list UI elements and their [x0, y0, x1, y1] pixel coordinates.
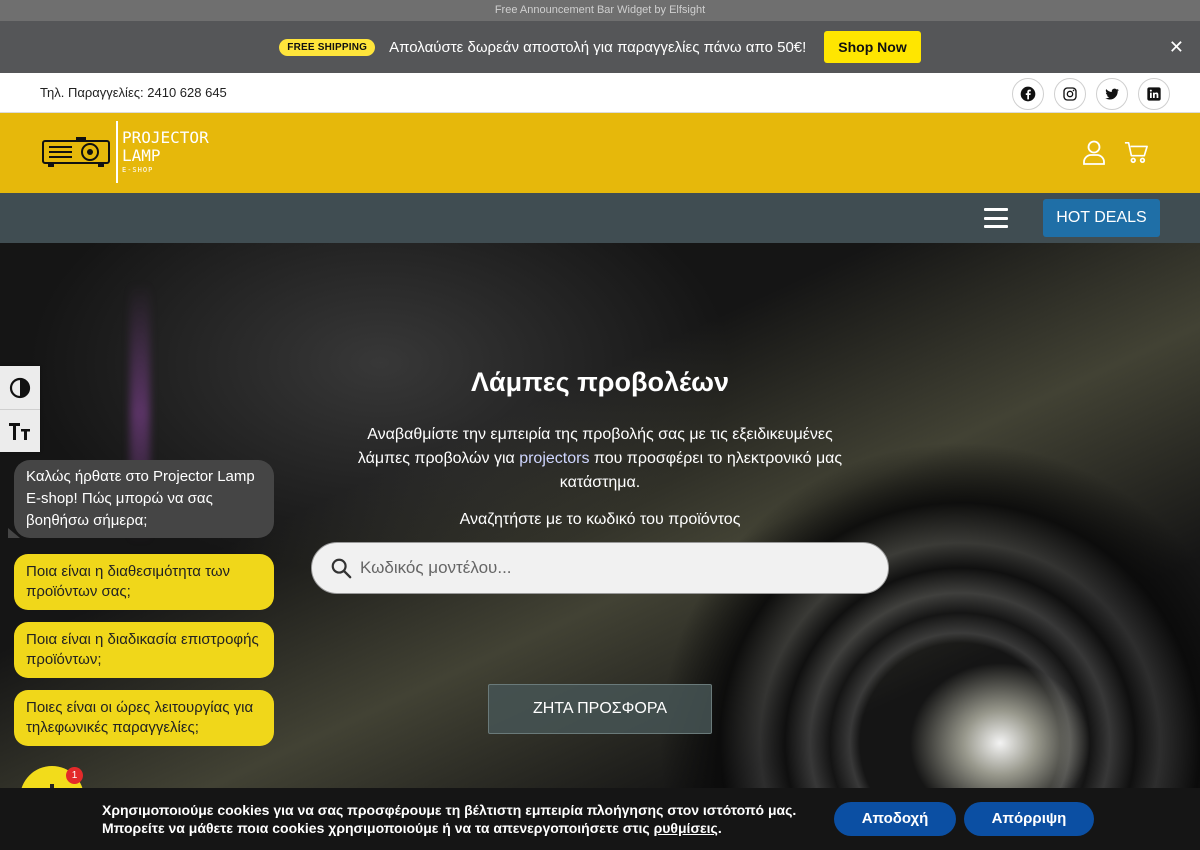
logo-line3: E-SHOP: [122, 166, 154, 175]
chat-option[interactable]: Ποια είναι η διαθεσιμότητα των προϊόντων…: [14, 554, 274, 610]
announcement-text: Απολαύστε δωρεάν αποστολή για παραγγελίε…: [389, 38, 807, 56]
contrast-toggle-icon[interactable]: [0, 366, 40, 409]
announcement-bar: FREE SHIPPING Απολαύστε δωρεάν αποστολή …: [0, 21, 1200, 73]
social-links: [1012, 78, 1170, 110]
cookie-message: Χρησιμοποιούμε cookies για να σας προσφέ…: [102, 801, 822, 837]
contact-bar: Τηλ. Παραγγελίες: 2410 628 645: [0, 73, 1200, 113]
free-shipping-badge: FREE SHIPPING: [279, 38, 376, 56]
model-search-input[interactable]: [360, 553, 860, 583]
search-icon[interactable]: [330, 557, 352, 579]
cookie-line2: Μπορείτε να μάθετε ποια cookies χρησιμοπ…: [102, 820, 722, 836]
phone-label: Τηλ. Παραγγελίες:: [40, 85, 144, 100]
site-logo[interactable]: PROJECTOR LAMP E-SHOP: [42, 121, 209, 183]
logo-line2: LAMP: [122, 145, 161, 165]
cookie-reject-button[interactable]: Απόρριψη: [964, 802, 1094, 836]
projector-icon: [42, 137, 110, 167]
projectors-link[interactable]: projectors: [519, 450, 589, 467]
accessibility-toolbar: [0, 366, 40, 452]
header-icons: [1082, 139, 1148, 165]
user-icon[interactable]: [1082, 139, 1106, 165]
site-header: PROJECTOR LAMP E-SHOP: [0, 113, 1200, 193]
chat-greeting-bubble: Καλώς ήρθατε στο Projector Lamp E-shop! …: [8, 460, 274, 538]
menu-icon[interactable]: [984, 208, 1008, 228]
main-nav: HOT DEALS: [0, 193, 1200, 243]
shop-now-button[interactable]: Shop Now: [824, 31, 921, 63]
cookie-settings-link[interactable]: ρυθμίσεις: [654, 820, 718, 836]
hot-deals-button[interactable]: HOT DEALS: [1043, 199, 1160, 237]
phone-info: Τηλ. Παραγγελίες: 2410 628 645: [40, 85, 227, 100]
chat-option[interactable]: Ποιες είναι οι ώρες λειτουργίας για τηλε…: [14, 690, 274, 746]
twitter-icon[interactable]: [1096, 78, 1128, 110]
cart-icon[interactable]: [1124, 139, 1148, 165]
cookie-line1: Χρησιμοποιούμε cookies για να σας προσφέ…: [102, 802, 797, 818]
instagram-icon[interactable]: [1054, 78, 1086, 110]
search-box[interactable]: [311, 542, 889, 594]
elfsight-credit[interactable]: Free Announcement Bar Widget by Elfsight: [0, 0, 1200, 21]
facebook-icon[interactable]: [1012, 78, 1044, 110]
close-icon[interactable]: ✕: [1169, 37, 1184, 57]
cookie-accept-button[interactable]: Αποδοχή: [834, 802, 956, 836]
hero-section: Λάμπες προβολέων Αναβαθμίστε την εμπειρί…: [0, 243, 1200, 850]
logo-text: PROJECTOR LAMP E-SHOP: [122, 129, 209, 175]
logo-divider: [116, 121, 118, 183]
hero-subtitle: Αναβαθμίστε την εμπειρία της προβολής σα…: [357, 426, 843, 491]
font-size-icon[interactable]: [0, 409, 40, 452]
linkedin-icon[interactable]: [1138, 78, 1170, 110]
cookie-banner: Χρησιμοποιούμε cookies για να σας προσφέ…: [0, 788, 1200, 850]
phone-number[interactable]: 2410 628 645: [147, 85, 227, 100]
request-offer-button[interactable]: ΖΗΤΑ ΠΡΟΣΦΟΡΑ: [488, 684, 712, 734]
notification-badge: 1: [66, 767, 83, 784]
hero-title: Λάμπες προβολέων: [470, 367, 730, 397]
logo-line1: PROJECTOR: [122, 128, 209, 148]
chat-option[interactable]: Ποια είναι η διαδικασία επιστροφής προϊό…: [14, 622, 274, 678]
